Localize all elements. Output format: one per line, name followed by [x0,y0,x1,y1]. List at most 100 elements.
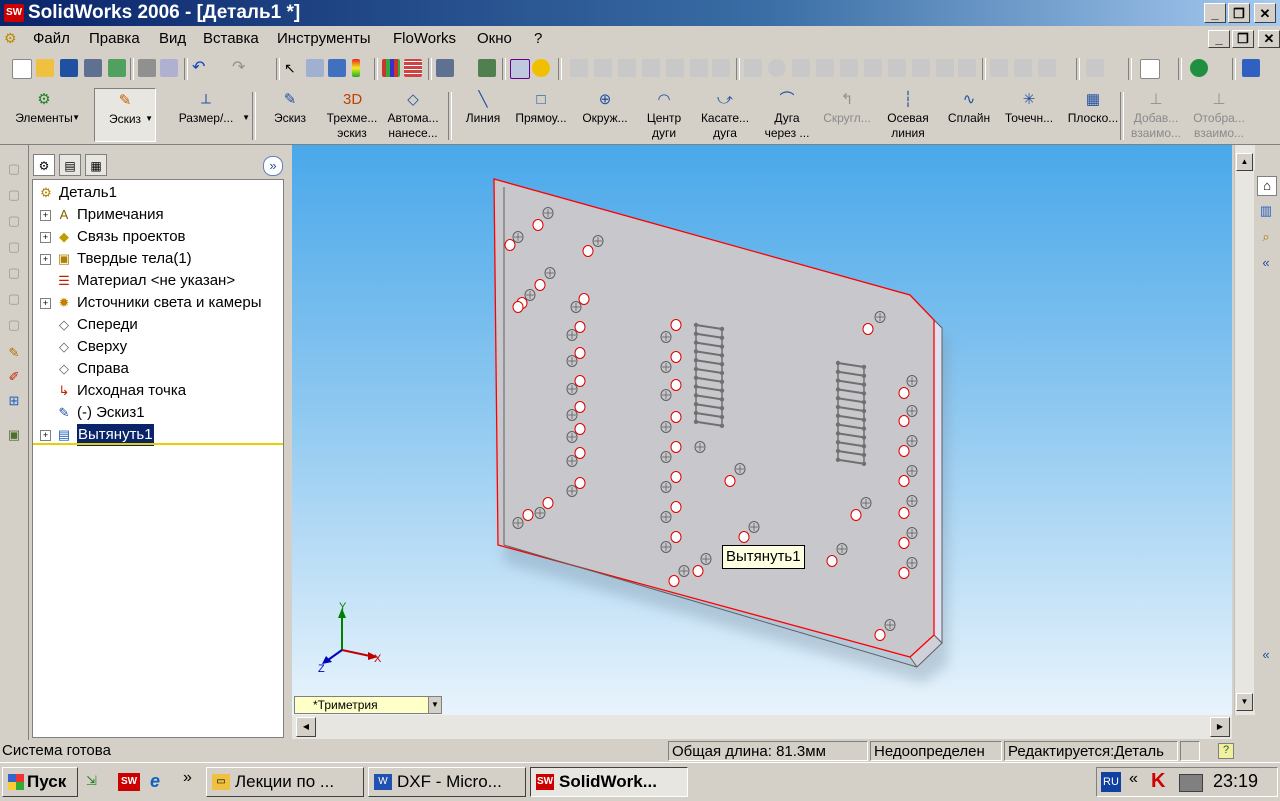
texture-icon[interactable] [404,59,422,77]
hole[interactable] [670,531,682,543]
cmd-6-button[interactable]: ◇ Автома... нанесе... [382,88,444,142]
hole[interactable] [898,475,910,487]
tree-node[interactable]: ◇ Спереди [33,314,283,336]
doc-close-button[interactable]: ✕ [1258,30,1280,48]
hole[interactable] [862,323,874,335]
hole[interactable] [574,321,586,333]
view-left-icon[interactable] [618,59,636,77]
menu-help[interactable]: ? [534,30,542,47]
hole[interactable] [898,507,910,519]
tree-node[interactable]: + ▣ Твердые тела(1) [33,248,283,270]
hole[interactable] [574,447,586,459]
expand-pane-icon[interactable]: « [1257,254,1275,272]
quicklaunch-more-button[interactable]: » [183,769,192,787]
hole[interactable] [670,471,682,483]
save-icon[interactable] [60,59,78,77]
view-right-icon[interactable] [642,59,660,77]
make-assembly-icon[interactable] [108,59,126,77]
block-icon[interactable]: ▣ [6,427,22,443]
collapse-pane-icon[interactable]: « [1257,646,1275,664]
quicklaunch-explorer-icon[interactable]: ⇲ [86,773,108,791]
feature-manager-tab[interactable]: ⚙ [33,154,55,176]
hole[interactable] [670,351,682,363]
cmd-18-button[interactable]: ⊥ Добав... взаимо... [1126,88,1186,142]
addin-icon[interactable] [1190,59,1208,77]
hole[interactable] [724,475,736,487]
menu-window[interactable]: Окно [477,30,512,47]
feature-4-icon[interactable] [816,59,834,77]
select-icon[interactable]: ↖ [284,59,302,77]
hole[interactable] [898,567,910,579]
hole[interactable] [670,319,682,331]
cmd-7-button[interactable]: ╲ Линия [456,88,510,142]
color-palette-icon[interactable] [382,59,400,77]
select-tool-icon[interactable] [306,59,324,77]
hole[interactable] [670,501,682,513]
network-icon[interactable] [1179,774,1203,792]
quicklaunch-solidworks-icon[interactable]: SW [118,773,140,791]
cmd-13-button[interactable]: ↰ Скругл... [816,88,878,142]
expand-icon[interactable]: + [40,430,51,441]
cmd-17-button[interactable]: ▦ Плоско... [1060,88,1126,142]
view-cube-1-icon[interactable]: ▢ [6,161,22,177]
cmd-5-button[interactable]: 3D Трехме... эскиз [322,88,382,142]
hole[interactable] [826,555,838,567]
tree-node[interactable]: + A Примечания [33,204,283,226]
expand-icon[interactable]: + [40,298,51,309]
scroll-up-button[interactable]: ▲ [1236,153,1253,171]
dropdown-arrow-icon[interactable]: ▼ [428,697,441,713]
quicklaunch-ie-icon[interactable]: e [150,771,172,791]
cmd-1-button[interactable]: ⚙ Элементы ▼ [6,88,82,142]
hole[interactable] [898,537,910,549]
menu-file[interactable]: Файл [33,30,70,47]
tree-node[interactable]: ✎ (-) Эскиз1 [33,402,283,424]
hole[interactable] [668,575,680,587]
vertical-scrollbar[interactable]: ▲ ▼ [1234,145,1255,715]
cmd-9-button[interactable]: ⊕ Окруж... [574,88,636,142]
view-bottom-icon[interactable] [690,59,708,77]
cmd-11-button[interactable]: ⤻ Касате... дуга [694,88,756,142]
make-drawing-icon[interactable] [84,59,102,77]
hole[interactable] [670,379,682,391]
help-status-icon[interactable]: ? [1218,743,1234,759]
feature-8-icon[interactable] [912,59,930,77]
feature-6-icon[interactable] [864,59,882,77]
assembly-2-icon[interactable] [1014,59,1032,77]
expand-icon[interactable]: + [40,254,51,265]
expand-icon[interactable]: + [40,210,51,221]
rebuild-icon[interactable] [352,59,360,77]
search-icon[interactable]: ⌕ [1257,228,1275,246]
view-cube-3-icon[interactable]: ▢ [6,213,22,229]
minimize-button[interactable]: _ [1204,3,1226,23]
feature-10-icon[interactable] [958,59,976,77]
menu-edit[interactable]: Правка [89,30,140,47]
collapse-panel-button[interactable]: » [263,156,283,176]
undo-icon[interactable]: ↶ [192,59,210,77]
relations-icon[interactable]: ⊞ [6,393,22,409]
feature-5-icon[interactable] [840,59,858,77]
properties-icon[interactable] [510,59,530,79]
hole[interactable] [582,245,594,257]
feature-2-icon[interactable] [768,59,786,77]
doc-restore-button[interactable]: ❐ [1232,30,1254,48]
cmd-12-button[interactable]: ⌒ Дуга через ... [758,88,816,142]
hole[interactable] [534,279,546,291]
plate-front-face[interactable] [493,178,935,658]
hole[interactable] [542,497,554,509]
task-solidworks[interactable]: SW SolidWork... [530,767,688,797]
tree-node[interactable]: ⚙ Деталь1 [15,182,265,204]
cmd-2-button[interactable]: ✎ Эскиз ▼ [94,88,156,142]
hole[interactable] [738,531,750,543]
cmd-19-button[interactable]: ⊥ Отобра... взаимо... [1188,88,1250,142]
tools-icon[interactable] [1242,59,1260,77]
rollback-bar[interactable] [33,443,283,445]
hole[interactable] [898,387,910,399]
print-preview-icon[interactable] [160,59,178,77]
feature-1-icon[interactable] [744,59,762,77]
tree-node[interactable]: ◇ Справа [33,358,283,380]
feature-9-icon[interactable] [936,59,954,77]
task-word-dxf[interactable]: W DXF - Micro... [368,767,526,797]
graphics-area[interactable]: Вытянуть1 Y X Z [292,145,1232,715]
tree-node[interactable]: + ◆ Связь проектов [33,226,283,248]
feature-3-icon[interactable] [792,59,810,77]
